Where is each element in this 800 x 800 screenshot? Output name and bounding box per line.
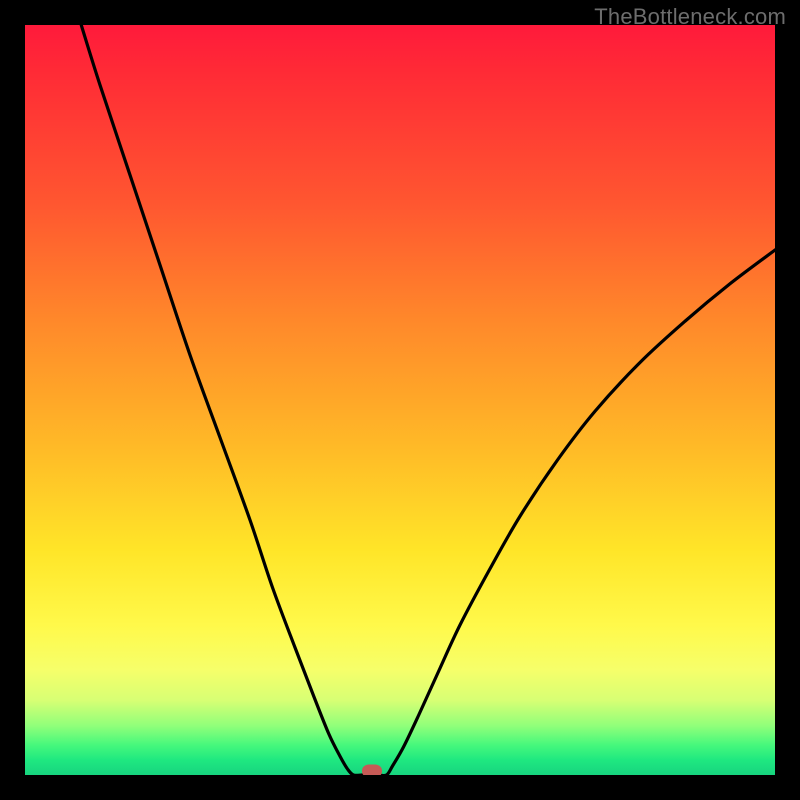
- plot-area: [25, 25, 775, 775]
- watermark-text: TheBottleneck.com: [594, 4, 786, 30]
- optimal-point-marker: [362, 765, 382, 775]
- chart-frame: TheBottleneck.com: [0, 0, 800, 800]
- bottleneck-curve: [25, 25, 775, 775]
